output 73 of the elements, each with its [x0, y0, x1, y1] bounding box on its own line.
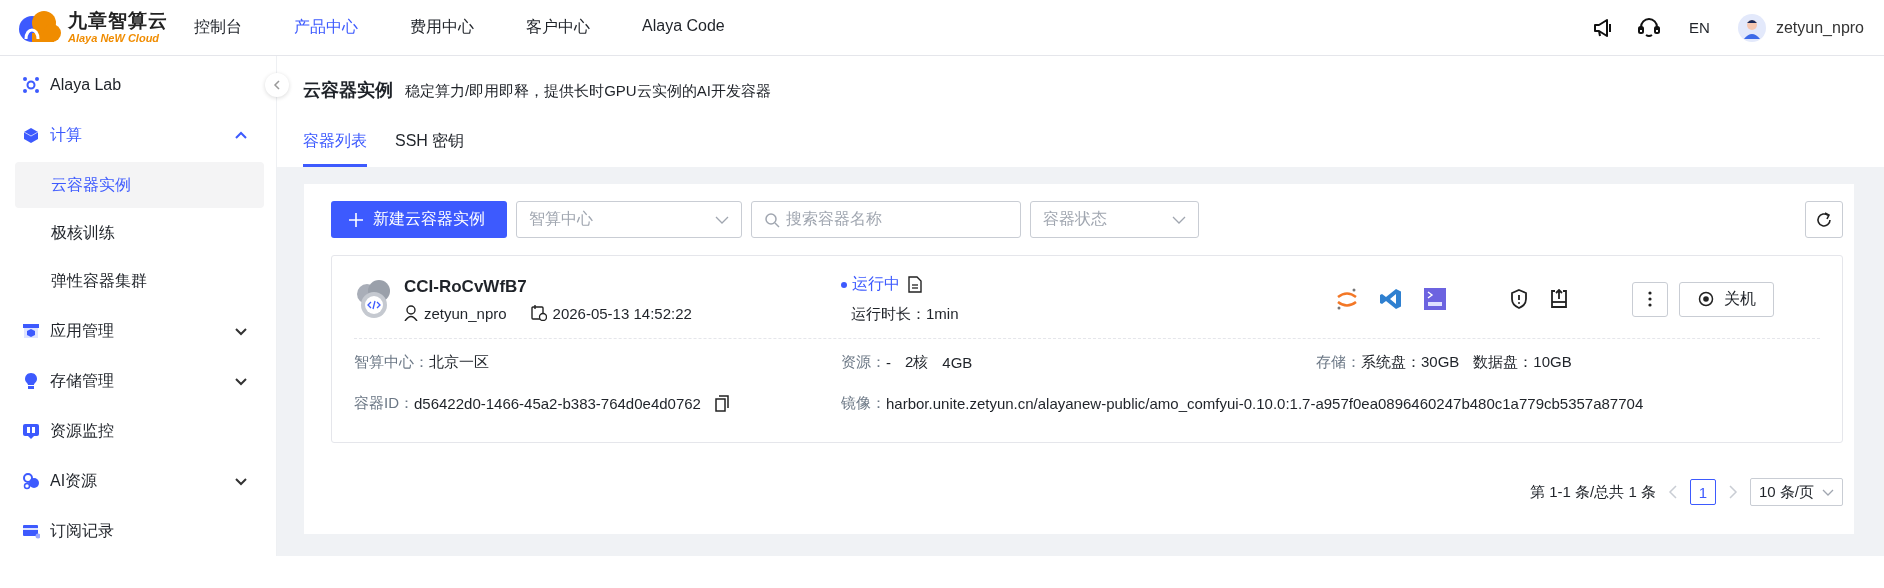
create-instance-button[interactable]: 新建云容器实例: [331, 201, 507, 238]
sidebar-item[interactable]: Alaya Lab: [0, 60, 262, 110]
detail-value: 2核: [905, 353, 929, 372]
avatar-icon[interactable]: [1737, 13, 1766, 42]
nav-link[interactable]: 控制台: [168, 17, 268, 38]
owner-name: zetyun_npro: [424, 304, 507, 322]
detail-label: 资源：: [841, 353, 886, 372]
sidebar-subitem[interactable]: 极核训练: [15, 210, 264, 256]
sidebar-item[interactable]: AI资源: [0, 456, 262, 506]
nav-link[interactable]: Alaya Code: [616, 17, 751, 38]
sidebar-subitem[interactable]: 云容器实例: [15, 162, 264, 208]
detail-label: 容器ID：: [354, 394, 414, 413]
network-icon: [22, 76, 40, 94]
refresh-icon: [1815, 210, 1833, 229]
jupyter-icon[interactable]: [1336, 287, 1358, 311]
sidebar-item[interactable]: 应用管理: [0, 306, 262, 356]
bulb-icon: [22, 372, 40, 390]
runtime-text: 运行时长：1min: [850, 305, 960, 324]
more-icon: [1648, 291, 1652, 307]
detail-value: 北京一区: [429, 353, 489, 372]
page-subtitle: 稳定算力/即用即释，提供长时GPU云实例的AI开发容器: [405, 82, 771, 101]
detail-value: -: [886, 354, 891, 371]
molecule-icon: [22, 472, 40, 490]
user-name[interactable]: zetyun_npro: [1775, 18, 1864, 37]
chevron-left-icon: [272, 80, 282, 90]
created-time: 2026-05-13 14:52:22: [552, 304, 692, 322]
detail-value: 数据盘：10GB: [1473, 353, 1572, 372]
page-number[interactable]: 1: [1689, 479, 1716, 505]
sidebar-subitem[interactable]: 弹性容器集群: [15, 258, 264, 304]
search-icon: [764, 211, 780, 228]
upload-icon[interactable]: [1550, 289, 1568, 309]
package-icon: [22, 322, 40, 340]
more-button[interactable]: [1632, 281, 1668, 317]
user-icon: [404, 305, 418, 321]
document-icon[interactable]: [908, 276, 922, 293]
page-size-select[interactable]: 10 条/页: [1749, 478, 1843, 506]
tab[interactable]: SSH 密钥: [395, 131, 465, 167]
pagination-summary: 第 1-1 条/总共 1 条: [1530, 482, 1656, 502]
instance-name[interactable]: CCI-RoCvWfB7: [404, 276, 692, 297]
detail-value: 系统盘：30GB: [1361, 353, 1460, 372]
plus-icon: [349, 212, 363, 227]
card-icon: [22, 522, 40, 540]
shield-icon[interactable]: [1510, 289, 1528, 309]
cube-icon: [22, 126, 40, 144]
tab[interactable]: 容器列表: [303, 131, 367, 167]
calendar-clock-icon: [530, 305, 547, 321]
detail-label: 镜像：: [841, 394, 886, 413]
sidebar-item[interactable]: 存储管理: [0, 356, 262, 406]
language-link[interactable]: EN: [1689, 19, 1710, 36]
sidebar-item[interactable]: 计算: [0, 110, 262, 160]
detail-value: harbor.unite.zetyun.cn/alayanew-public/amo_comfyui-0.10.0:1.7-a957f0ea0896460247b480c1a779cb5357a87704: [886, 395, 1644, 412]
headset-icon[interactable]: [1637, 15, 1662, 40]
copy-icon[interactable]: [714, 395, 729, 412]
status-dot: [841, 281, 847, 288]
detail-label: 存储：: [1316, 353, 1361, 372]
terminal-icon[interactable]: [1424, 288, 1446, 310]
detail-label: 智算中心：: [354, 353, 429, 372]
chart-icon: [22, 422, 40, 440]
sidebar-item[interactable]: 订阅记录: [0, 506, 262, 556]
status-label: 运行中: [852, 274, 900, 294]
detail-value: d56422d0-1466-45a2-b383-764d0e4d0762: [414, 395, 701, 412]
logo-title: 九章智算云: [68, 11, 168, 30]
detail-value: 4GB: [942, 354, 973, 371]
stop-icon: [1697, 291, 1714, 307]
page-title: 云容器实例: [303, 79, 393, 102]
logo-subtitle: Alaya NeW Cloud: [68, 33, 161, 44]
refresh-button[interactable]: [1805, 201, 1843, 238]
nav-link[interactable]: 产品中心: [268, 17, 384, 38]
nav-link[interactable]: 客户中心: [500, 17, 616, 38]
code-editor-icon[interactable]: [1380, 288, 1402, 310]
shutdown-button[interactable]: 关机: [1679, 281, 1774, 317]
nav-link[interactable]: 费用中心: [384, 17, 500, 38]
sidebar-item[interactable]: 资源监控: [0, 406, 262, 456]
